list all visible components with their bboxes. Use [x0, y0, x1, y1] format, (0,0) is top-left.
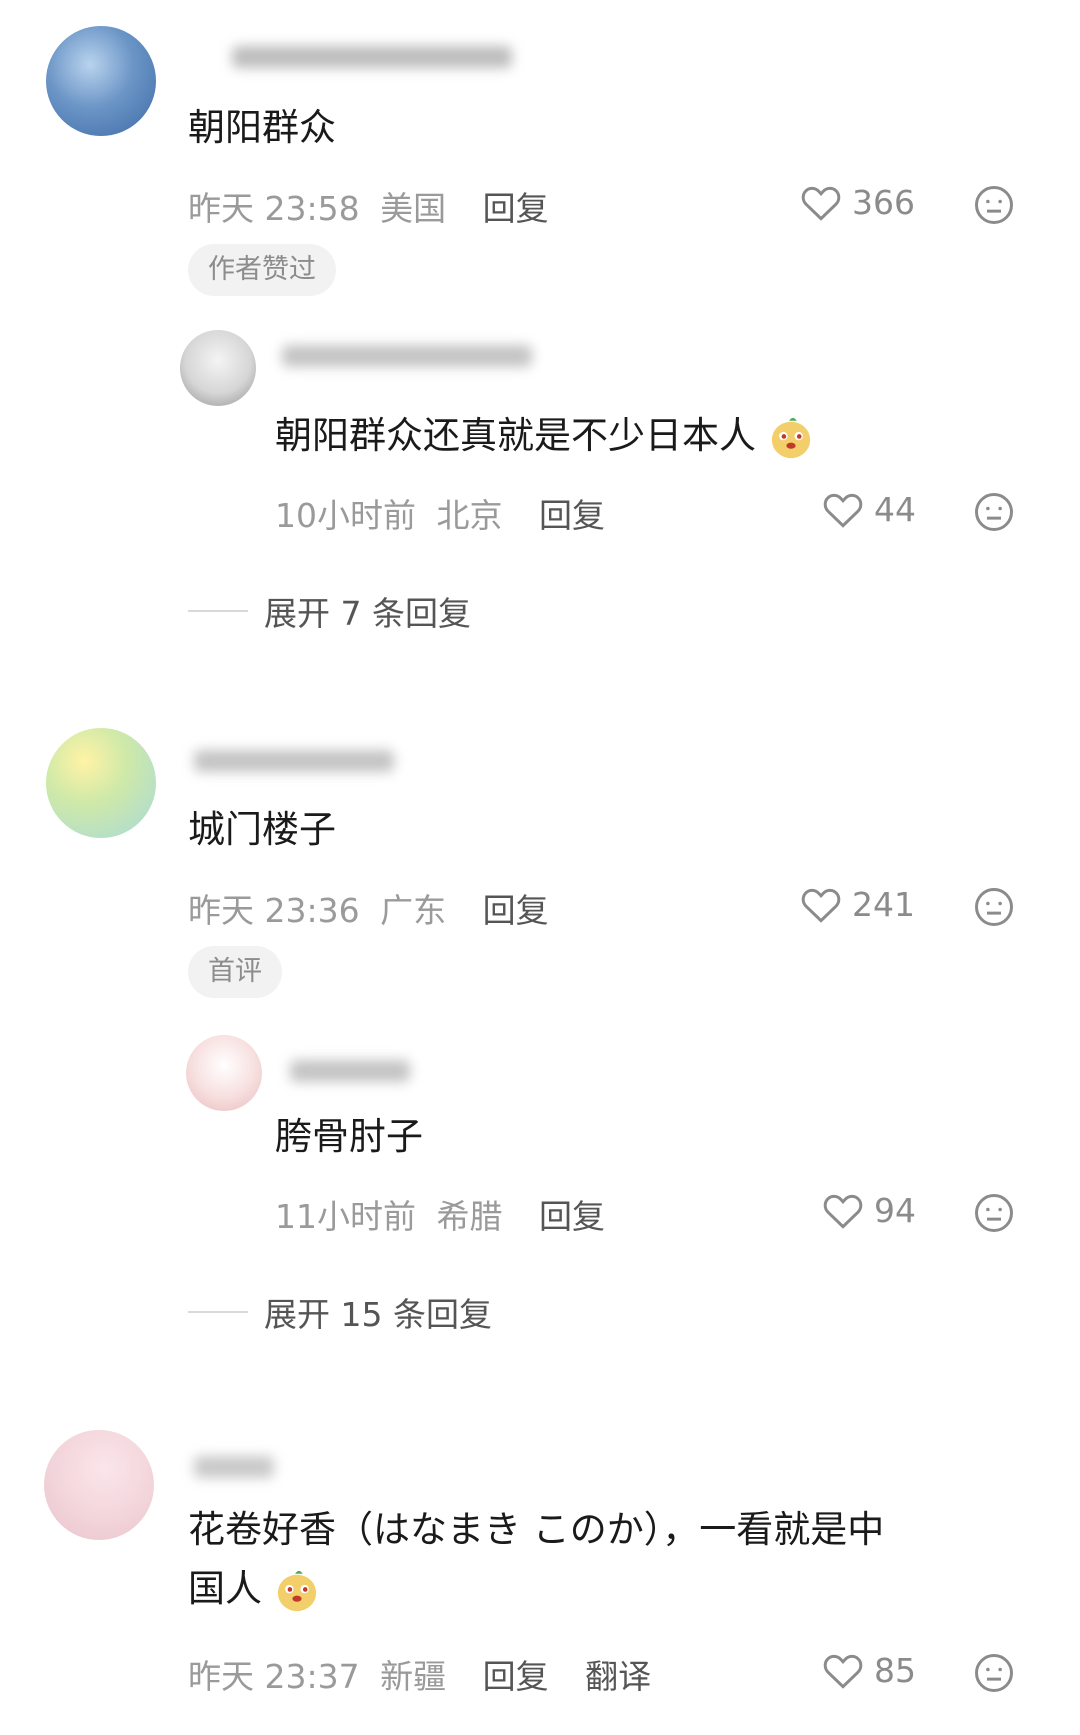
username[interactable]: [290, 1060, 410, 1082]
reply-button[interactable]: 回复: [539, 496, 605, 535]
heart-outline-icon: [801, 888, 841, 923]
divider: [188, 610, 248, 612]
comment-meta: 昨天 23:36 广东 回复: [188, 884, 549, 932]
reply-button[interactable]: 回复: [483, 1657, 549, 1696]
reply-meta: 10小时前 北京 回复: [275, 489, 605, 537]
like-button[interactable]: 241: [800, 884, 915, 924]
heart-outline-icon: [823, 1194, 863, 1229]
like-button[interactable]: 366: [800, 182, 915, 222]
reply-button[interactable]: 回复: [483, 189, 549, 228]
like-button[interactable]: 44: [822, 489, 916, 529]
doge-emoji-icon: [277, 1570, 316, 1611]
first-comment-badge: 首评: [188, 946, 282, 998]
avatar[interactable]: [186, 1035, 262, 1111]
meh-face-icon[interactable]: [973, 886, 1015, 928]
comment-meta: 昨天 23:37 新疆 回复 翻译: [188, 1650, 651, 1698]
avatar[interactable]: [180, 330, 256, 406]
reply-text: 朝阳群众还真就是不少日本人: [275, 406, 814, 465]
reply-time: 11小时前: [275, 1197, 416, 1236]
like-count: 94: [874, 1190, 916, 1230]
comment-location: 广东: [380, 891, 447, 930]
like-count: 366: [852, 182, 915, 222]
username[interactable]: [232, 46, 512, 68]
comment-text-line-2: 国人: [188, 1559, 884, 1618]
heart-outline-icon: [801, 186, 841, 221]
like-count: 85: [874, 1650, 916, 1690]
like-button[interactable]: 85: [822, 1650, 916, 1690]
username[interactable]: [194, 750, 394, 772]
heart-outline-icon: [823, 493, 863, 528]
author-liked-badge: 作者赞过: [188, 244, 336, 296]
reply-location: 希腊: [436, 1197, 503, 1236]
comment-text: 花卷好香（はなまき このか），一看就是中 国人: [188, 1500, 884, 1618]
comment-time: 昨天 23:36: [188, 891, 360, 930]
reply-location: 北京: [436, 496, 503, 535]
username[interactable]: [282, 345, 532, 367]
comment-location: 美国: [380, 189, 447, 228]
meh-face-icon[interactable]: [973, 1192, 1015, 1234]
reply-button[interactable]: 回复: [483, 891, 549, 930]
avatar[interactable]: [46, 728, 156, 838]
avatar[interactable]: [46, 26, 156, 136]
comment-time: 昨天 23:37: [188, 1657, 360, 1696]
translate-button[interactable]: 翻译: [585, 1657, 651, 1696]
comment-time: 昨天 23:58: [188, 189, 360, 228]
comment-location: 新疆: [380, 1657, 447, 1696]
meh-face-icon[interactable]: [973, 1652, 1015, 1694]
like-count: 241: [852, 884, 915, 924]
reply-button[interactable]: 回复: [539, 1197, 605, 1236]
avatar[interactable]: [44, 1430, 154, 1540]
doge-emoji-icon: [771, 417, 810, 458]
heart-outline-icon: [823, 1654, 863, 1689]
expand-replies-button[interactable]: 展开 7 条回复: [188, 587, 471, 635]
username[interactable]: [194, 1456, 274, 1478]
comment-meta: 昨天 23:58 美国 回复: [188, 182, 549, 230]
reply-meta: 11小时前 希腊 回复: [275, 1190, 605, 1238]
comment-text-line-1: 花卷好香（はなまき このか），一看就是中: [188, 1508, 885, 1551]
comment-text: 朝阳群众: [188, 106, 336, 149]
expand-replies-button[interactable]: 展开 15 条回复: [188, 1288, 492, 1336]
reply-time: 10小时前: [275, 496, 416, 535]
divider: [188, 1311, 248, 1313]
reply-text: 胯骨肘子: [275, 1115, 423, 1158]
like-button[interactable]: 94: [822, 1190, 916, 1230]
meh-face-icon[interactable]: [973, 491, 1015, 533]
meh-face-icon[interactable]: [973, 184, 1015, 226]
comment-text: 城门楼子: [188, 808, 336, 851]
like-count: 44: [874, 489, 916, 529]
